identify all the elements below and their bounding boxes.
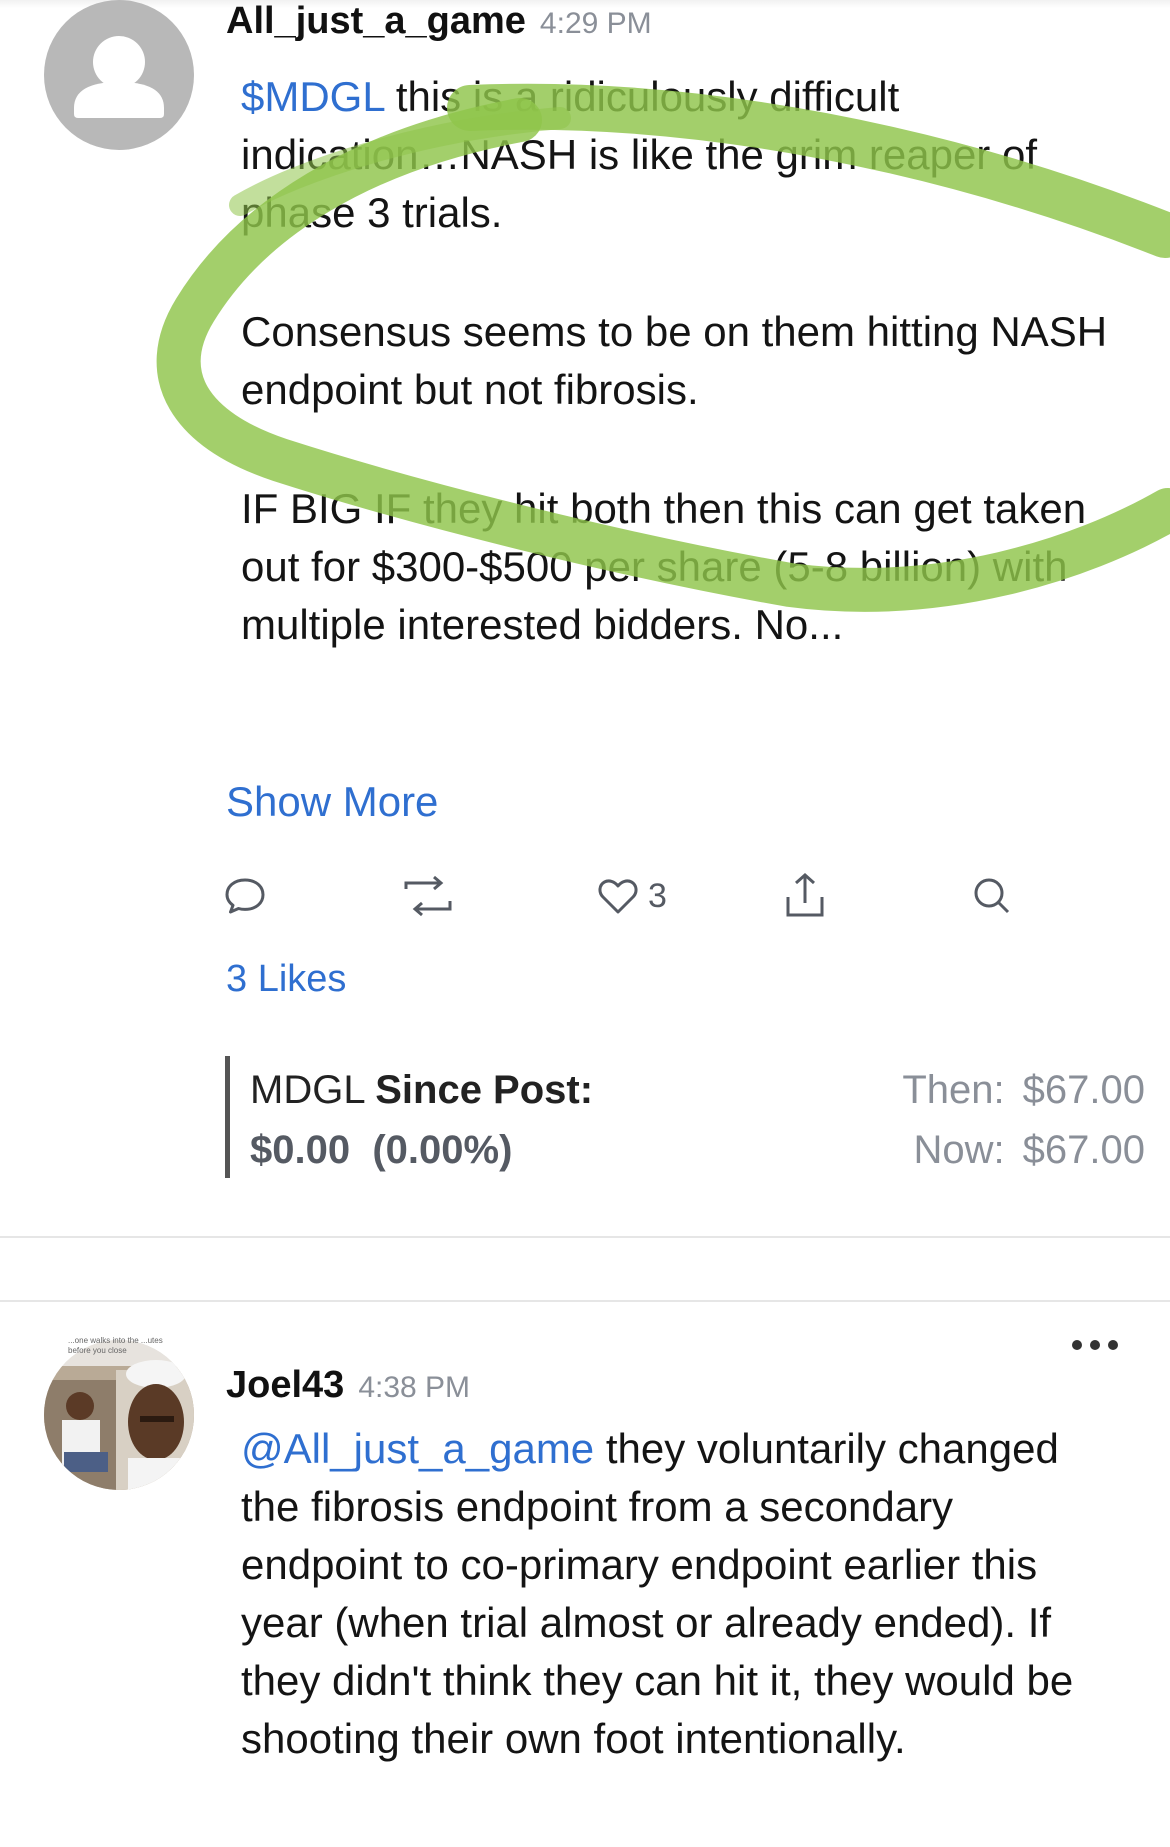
post-timestamp: 4:29 PM [539, 7, 652, 40]
search-icon [974, 878, 1010, 914]
then-price: $67.00 [1022, 1068, 1145, 1112]
share-button[interactable] [782, 866, 828, 926]
post-paragraph-3: IF BIG IF they hit both then this can ge… [241, 485, 1087, 648]
post-timestamp: 4:38 PM [358, 1371, 471, 1404]
likes-count-link[interactable]: 3 Likes [226, 958, 346, 1001]
post-body: @All_just_a_game they voluntarily change… [241, 1420, 1121, 1768]
section-divider [0, 1300, 1170, 1302]
since-post-label: Since Post: [375, 1068, 594, 1112]
now-price-row: Now: $67.00 [902, 1120, 1145, 1180]
post-paragraph-2: Consensus seems to be on them hitting NA… [241, 308, 1108, 413]
stock-symbol: MDGL [250, 1068, 365, 1112]
username[interactable]: All_just_a_game 4:29 PM [226, 0, 652, 43]
avatar[interactable] [44, 1340, 194, 1490]
then-label: Then: [902, 1068, 1005, 1112]
reply-button[interactable] [222, 866, 268, 926]
reply-text: they voluntarily changed the fibrosis en… [241, 1425, 1074, 1762]
then-price-row: Then: $67.00 [902, 1060, 1145, 1120]
user-photo-avatar [44, 1340, 194, 1490]
reshare-icon [404, 875, 452, 917]
show-more-link[interactable]: Show More [226, 778, 438, 826]
username-text[interactable]: Joel43 [226, 1364, 344, 1406]
heart-icon [598, 879, 638, 914]
comment-bubble-icon [225, 878, 265, 914]
post-paragraph-1: $MDGL this is a ridiculously difficult i… [241, 68, 1121, 242]
now-label: Now: [913, 1128, 1005, 1172]
default-user-icon [74, 36, 164, 118]
post-body: $MDGL this is a ridiculously difficult i… [241, 68, 1121, 654]
stock-summary: MDGL Since Post: $0.00 (0.00%) [250, 1060, 593, 1180]
more-options-icon [1072, 1340, 1082, 1350]
avatar-caption: ...one walks into the ...utes before you… [68, 1336, 163, 1355]
section-divider [0, 1236, 1170, 1238]
stock-change: $0.00 (0.00%) [250, 1128, 513, 1172]
more-options-button[interactable] [1072, 1340, 1118, 1350]
share-upload-icon [786, 872, 824, 917]
username[interactable]: Joel43 4:38 PM [226, 1364, 470, 1407]
like-button[interactable]: 3 [596, 866, 667, 926]
more-options-icon [1090, 1340, 1100, 1350]
more-options-icon [1108, 1340, 1118, 1350]
ticker-link[interactable]: $MDGL [241, 73, 384, 120]
stock-prices: Then: $67.00 Now: $67.00 [902, 1060, 1145, 1180]
search-button[interactable] [970, 866, 1014, 926]
avatar[interactable] [44, 0, 194, 150]
mention-link[interactable]: @All_just_a_game [241, 1425, 594, 1472]
stock-title-line: MDGL Since Post: [250, 1060, 593, 1120]
stock-since-post-card[interactable]: MDGL Since Post: $0.00 (0.00%) Then: $67.… [225, 1056, 1145, 1178]
username-text[interactable]: All_just_a_game [226, 0, 526, 42]
like-count: 3 [648, 876, 667, 915]
reshare-button[interactable] [400, 866, 456, 926]
now-price: $67.00 [1022, 1128, 1145, 1172]
post-paragraph-1: @All_just_a_game they voluntarily change… [241, 1420, 1121, 1768]
